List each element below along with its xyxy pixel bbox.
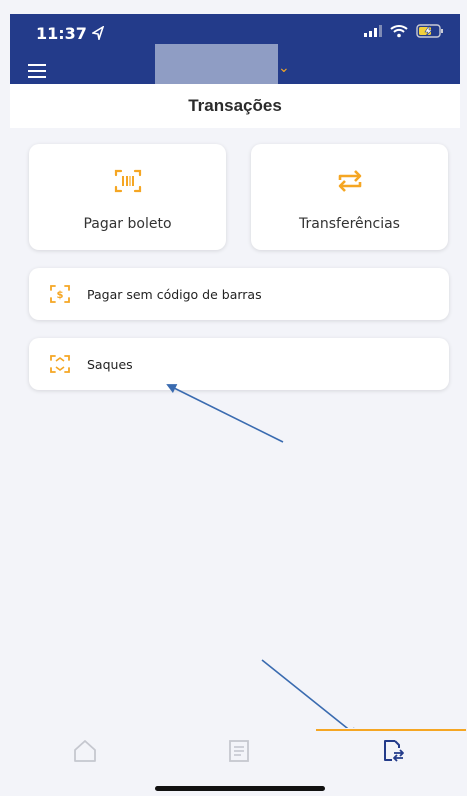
tab-bar: [10, 728, 466, 780]
home-icon[interactable]: [72, 738, 98, 764]
receipt-icon[interactable]: [226, 738, 252, 764]
annotation-arrows: [166, 384, 359, 738]
annotation-arrow-transactions-tab: [261, 659, 359, 738]
active-tab-indicator: [316, 729, 466, 731]
home-indicator: [155, 786, 325, 791]
transactions-icon[interactable]: [380, 738, 406, 764]
annotation-arrow-withdrawals: [166, 384, 284, 443]
